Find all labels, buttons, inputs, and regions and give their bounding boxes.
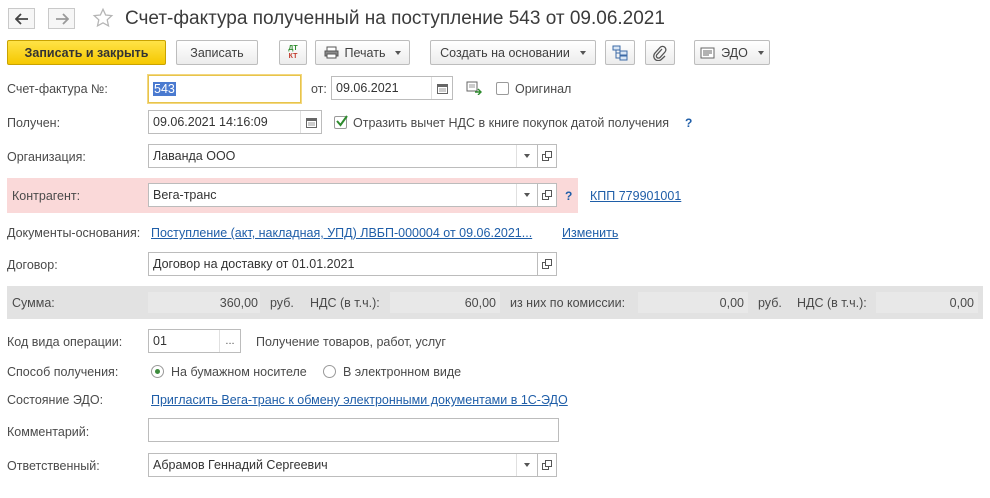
chevron-down-icon <box>395 50 402 55</box>
sum-currency: руб. <box>270 296 294 310</box>
open-responsible-button[interactable] <box>538 453 557 477</box>
invoice-date-value: 09.06.2021 <box>336 81 399 95</box>
printer-icon <box>324 46 339 59</box>
responsible-label: Ответственный: <box>7 459 100 473</box>
paperclip-icon <box>653 45 667 61</box>
original-label: Оригинал <box>515 82 572 96</box>
structure-button[interactable] <box>605 40 635 65</box>
organization-value: Лаванда ООО <box>153 149 236 163</box>
print-label: Печать <box>344 45 386 60</box>
receipt-method-label: Способ получения: <box>7 365 119 379</box>
edo-icon <box>700 47 715 58</box>
chevron-down-icon <box>524 154 530 158</box>
contract-label: Договор: <box>7 258 58 272</box>
chevron-down-icon <box>757 50 764 55</box>
received-label: Получен: <box>7 116 61 130</box>
change-link[interactable]: Изменить <box>562 226 618 240</box>
counterparty-label: Контрагент: <box>12 189 81 203</box>
attach-button[interactable] <box>645 40 675 65</box>
document-arrow-icon[interactable] <box>466 81 482 98</box>
arrow-right-icon <box>55 12 69 25</box>
vat-help-icon[interactable]: ? <box>685 116 692 130</box>
vat-deduction-checkbox[interactable] <box>334 115 348 129</box>
dropdown-button[interactable] <box>516 145 537 167</box>
base-documents-label: Документы-основания: <box>7 226 141 240</box>
open-window-icon <box>542 259 552 269</box>
edo-button[interactable]: ЭДО <box>694 40 770 65</box>
commission-value: 0,00 <box>719 296 744 310</box>
receipt-paper-radio[interactable] <box>151 365 164 378</box>
chevron-down-icon <box>579 50 586 55</box>
organization-select[interactable]: Лаванда ООО <box>148 144 538 168</box>
sum-label: Сумма: <box>12 296 55 310</box>
dt-kt-icon-top: ДТ <box>288 44 298 52</box>
checkmark-icon <box>336 115 348 127</box>
calendar-icon[interactable] <box>431 77 452 99</box>
receipt-paper-label: На бумажном носителе <box>171 365 307 379</box>
open-window-icon <box>542 151 552 161</box>
forward-button[interactable] <box>48 8 75 29</box>
dropdown-button[interactable] <box>516 454 537 476</box>
comment-input[interactable] <box>148 418 559 442</box>
vat-value-2: 0,00 <box>949 296 974 310</box>
invoice-date-input[interactable]: 09.06.2021 <box>331 76 453 100</box>
chevron-down-icon <box>524 193 530 197</box>
contract-value: Договор на доставку от 01.01.2021 <box>153 257 355 271</box>
edo-label: ЭДО <box>721 45 748 60</box>
open-counterparty-button[interactable] <box>538 183 557 207</box>
invoice-number-label: Счет-фактура №: <box>7 82 108 96</box>
base-document-link[interactable]: Поступление (акт, накладная, УПД) ЛВБП-0… <box>151 226 532 240</box>
print-button[interactable]: Печать <box>315 40 410 65</box>
operation-code-select-button[interactable]: ... <box>219 330 240 352</box>
vat-deduction-label: Отразить вычет НДС в книге покупок датой… <box>353 116 669 130</box>
open-window-icon <box>542 190 552 200</box>
page-title: Счет-фактура полученный на поступление 5… <box>125 8 665 29</box>
open-contract-button[interactable] <box>538 252 557 276</box>
operation-code-value: 01 <box>153 334 167 348</box>
dt-kt-button[interactable]: ДТ КТ <box>279 40 307 65</box>
counterparty-help-icon[interactable]: ? <box>565 189 572 203</box>
create-based-on-button[interactable]: Создать на основании <box>430 40 596 65</box>
vat-value-1: 60,00 <box>464 296 496 310</box>
original-checkbox[interactable] <box>496 82 509 95</box>
sum-value: 360,00 <box>219 296 258 310</box>
kpp-link[interactable]: КПП 779901001 <box>590 189 681 203</box>
calendar-icon[interactable] <box>300 111 321 133</box>
save-and-close-button[interactable]: Записать и закрыть <box>7 40 166 65</box>
favorite-star-icon[interactable] <box>92 7 114 32</box>
received-datetime-value: 09.06.2021 14:16:09 <box>153 115 268 129</box>
arrow-left-icon <box>14 12 28 25</box>
responsible-value: Абрамов Геннадий Сергеевич <box>153 458 328 472</box>
open-window-icon <box>542 460 552 470</box>
commission-currency: руб. <box>758 296 782 310</box>
counterparty-value: Вега-транс <box>153 188 217 202</box>
operation-code-input[interactable]: 01 ... <box>148 329 241 353</box>
receipt-electronic-label: В электронном виде <box>343 365 462 379</box>
date-from-label: от: <box>311 82 327 96</box>
open-organization-button[interactable] <box>538 144 557 168</box>
receipt-electronic-radio[interactable] <box>323 365 336 378</box>
commission-label: из них по комиссии: <box>510 296 626 310</box>
dropdown-button[interactable] <box>516 184 537 206</box>
invoice-number-value: 543 <box>153 82 176 96</box>
structure-icon <box>612 45 628 60</box>
create-based-on-label: Создать на основании <box>440 45 570 60</box>
counterparty-select[interactable]: Вега-транс <box>148 183 538 207</box>
vat-label-2: НДС (в т.ч.): <box>797 296 867 310</box>
edo-state-label: Состояние ЭДО: <box>7 393 104 407</box>
organization-label: Организация: <box>7 150 86 164</box>
received-datetime-input[interactable]: 09.06.2021 14:16:09 <box>148 110 322 134</box>
save-button[interactable]: Записать <box>176 40 258 65</box>
dt-kt-icon-bottom: КТ <box>288 52 298 60</box>
edo-invite-link[interactable]: Пригласить Вега-транс к обмену электронн… <box>151 393 568 407</box>
back-button[interactable] <box>8 8 35 29</box>
vat-label-1: НДС (в т.ч.): <box>310 296 380 310</box>
chevron-down-icon <box>524 463 530 467</box>
comment-label: Комментарий: <box>7 425 90 439</box>
operation-code-description: Получение товаров, работ, услуг <box>256 335 446 349</box>
operation-code-label: Код вида операции: <box>7 335 123 349</box>
contract-input[interactable]: Договор на доставку от 01.01.2021 <box>148 252 538 276</box>
responsible-select[interactable]: Абрамов Геннадий Сергеевич <box>148 453 538 477</box>
invoice-number-input[interactable]: 543 <box>148 75 301 103</box>
